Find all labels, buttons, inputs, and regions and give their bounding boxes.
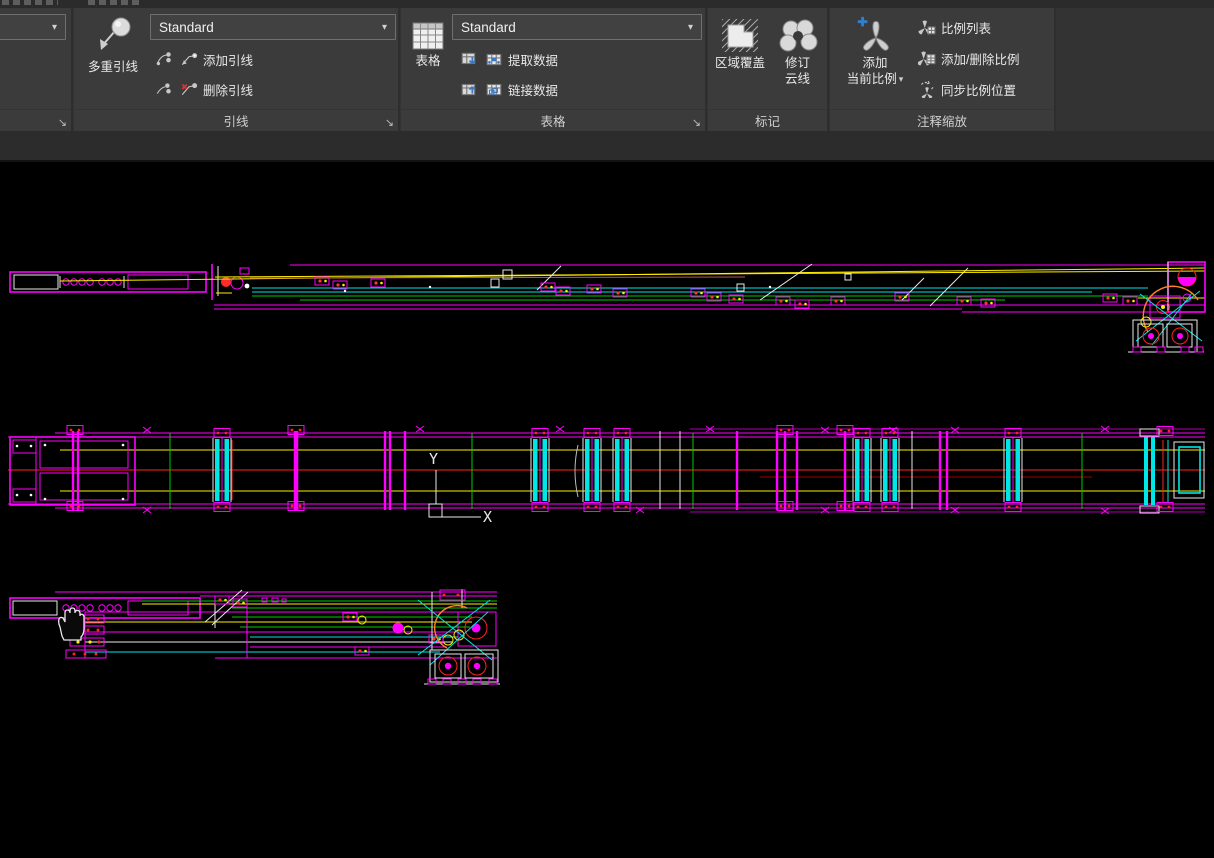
extract-data-icon (485, 50, 503, 68)
leader-collect-button[interactable] (152, 77, 176, 101)
add-leader-icon (180, 50, 198, 68)
chevron-down-icon: ▾ (898, 73, 904, 84)
panel-title: 注释缩放 (916, 115, 967, 129)
cad-drawing-bottom-boom (9, 589, 500, 685)
extract-data-label: 提取数据 (508, 53, 559, 68)
revision-cloud-label-line2: 云线 (784, 71, 810, 86)
dialog-launcher-icon[interactable]: ↘ (692, 118, 701, 129)
multileader-button[interactable]: 多重引线 (78, 10, 148, 110)
multileader-label: 多重引线 (87, 60, 138, 74)
wipeout-button[interactable]: 区域覆盖 (711, 10, 769, 116)
remove-leader-label: 删除引线 (203, 83, 254, 98)
combo-value: Standard (159, 19, 214, 35)
sync-scale-positions-button[interactable]: 同步比例位置 (918, 80, 1016, 99)
scale-list-button[interactable]: 比例列表 (918, 18, 991, 37)
remove-leader-button[interactable]: 删除引线 (180, 80, 253, 99)
wipeout-label: 区域覆盖 (714, 56, 765, 70)
panel-title: 表格 (540, 115, 566, 129)
ribbon-lower-strip (0, 131, 1214, 162)
text-style-combo[interactable]: ▾ (0, 14, 66, 40)
panel-footer-text: ↘ (0, 109, 71, 131)
table-label: 表格 (415, 54, 441, 68)
chevron-down-icon: ▾ (687, 21, 693, 33)
ribbon-panel-leaders: 多重引线 Standard ▾ 添加引线 删除引线 引线 ↘ (74, 8, 400, 131)
ribbon-tab-strip (0, 0, 1214, 8)
tab-text-fragment (2, 0, 58, 5)
remove-leader-icon (180, 80, 198, 98)
sync-scale-positions-icon (918, 80, 936, 98)
sync-scale-positions-label: 同步比例位置 (941, 83, 1017, 98)
scale-list-label: 比例列表 (941, 21, 992, 36)
boom-head-assembly (1128, 261, 1206, 353)
ucs-icon: Y X (428, 450, 492, 526)
ribbon-panel-markup: 区域覆盖 修订 云线 标记 (708, 8, 829, 131)
cad-drawing-top-boom (9, 261, 1206, 353)
drawing-canvas[interactable]: Y X (0, 162, 1214, 858)
table-style-combo[interactable]: Standard ▾ (452, 14, 702, 40)
revision-cloud-button[interactable]: 修订 云线 (770, 10, 825, 116)
dialog-launcher-icon[interactable]: ↘ (385, 118, 394, 129)
panel-footer-leaders: 引线 ↘ (74, 109, 398, 131)
cad-viewport: Y X (8, 261, 1206, 685)
add-delete-scales-icon (918, 49, 936, 67)
wipeout-icon (718, 16, 762, 56)
add-current-scale-label-line1: 添加 (862, 56, 888, 70)
revision-cloud-label-line1: 修订 (784, 56, 810, 70)
add-delete-scales-label: 添加/删除比例 (941, 52, 1020, 67)
ribbon-panel-tables: 表格 Standard ▾ 提取数据 链接数据 表格 ↘ (401, 8, 707, 131)
multileader-icon (91, 16, 135, 60)
multileader-style-combo[interactable]: Standard ▾ (150, 14, 396, 40)
cad-drawing-middle-boom: Y X (8, 425, 1205, 526)
combo-value: Standard (461, 19, 516, 35)
add-current-scale-label-line2: 当前比例 (846, 71, 897, 86)
add-delete-scales-button[interactable]: 添加/删除比例 (918, 49, 1019, 68)
panel-title: 标记 (754, 115, 780, 129)
upload-to-source-button[interactable] (457, 77, 481, 101)
chevron-down-icon: ▾ (51, 21, 57, 33)
panel-footer-annotation-scaling: 注释缩放 (830, 109, 1054, 131)
pan-hand-cursor (58, 607, 85, 641)
dialog-launcher-icon[interactable]: ↘ (58, 118, 67, 129)
ucs-y-label: Y (429, 450, 438, 468)
tab-text-fragment (88, 0, 142, 5)
autocad-window: ▾ ↘ 多重引线 Standard ▾ 添加引线 删除引线 引线 ↘ 表格 St… (0, 0, 1214, 858)
panel-footer-tables: 表格 ↘ (401, 109, 705, 131)
add-leader-button[interactable]: 添加引线 (180, 50, 253, 69)
panel-footer-markup: 标记 (708, 109, 827, 131)
link-data-label: 链接数据 (508, 83, 559, 98)
panel-title: 引线 (223, 115, 249, 129)
table-button[interactable]: 表格 (404, 10, 452, 110)
table-icon (410, 18, 446, 54)
add-leader-label: 添加引线 (203, 53, 254, 68)
link-data-button[interactable]: 链接数据 (485, 80, 558, 99)
add-current-scale-button[interactable]: 添加 当前比例 ▾ (834, 10, 916, 116)
chevron-down-icon: ▾ (381, 21, 387, 33)
link-data-icon (485, 80, 503, 98)
add-current-scale-icon (854, 14, 896, 56)
ribbon-panel-text: ▾ ↘ (0, 8, 73, 131)
leader-align-button[interactable] (152, 47, 176, 71)
ribbon-panel-annotation-scaling: 添加 当前比例 ▾ 比例列表 添加/删除比例 同步比例位置 注释缩放 (830, 8, 1056, 131)
download-from-source-button[interactable] (457, 47, 481, 71)
scale-list-icon (918, 18, 936, 36)
revision-cloud-icon (776, 16, 820, 56)
extract-data-button[interactable]: 提取数据 (485, 50, 558, 69)
ucs-x-label: X (483, 508, 492, 526)
ribbon: ▾ ↘ 多重引线 Standard ▾ 添加引线 删除引线 引线 ↘ 表格 St… (0, 8, 1214, 131)
